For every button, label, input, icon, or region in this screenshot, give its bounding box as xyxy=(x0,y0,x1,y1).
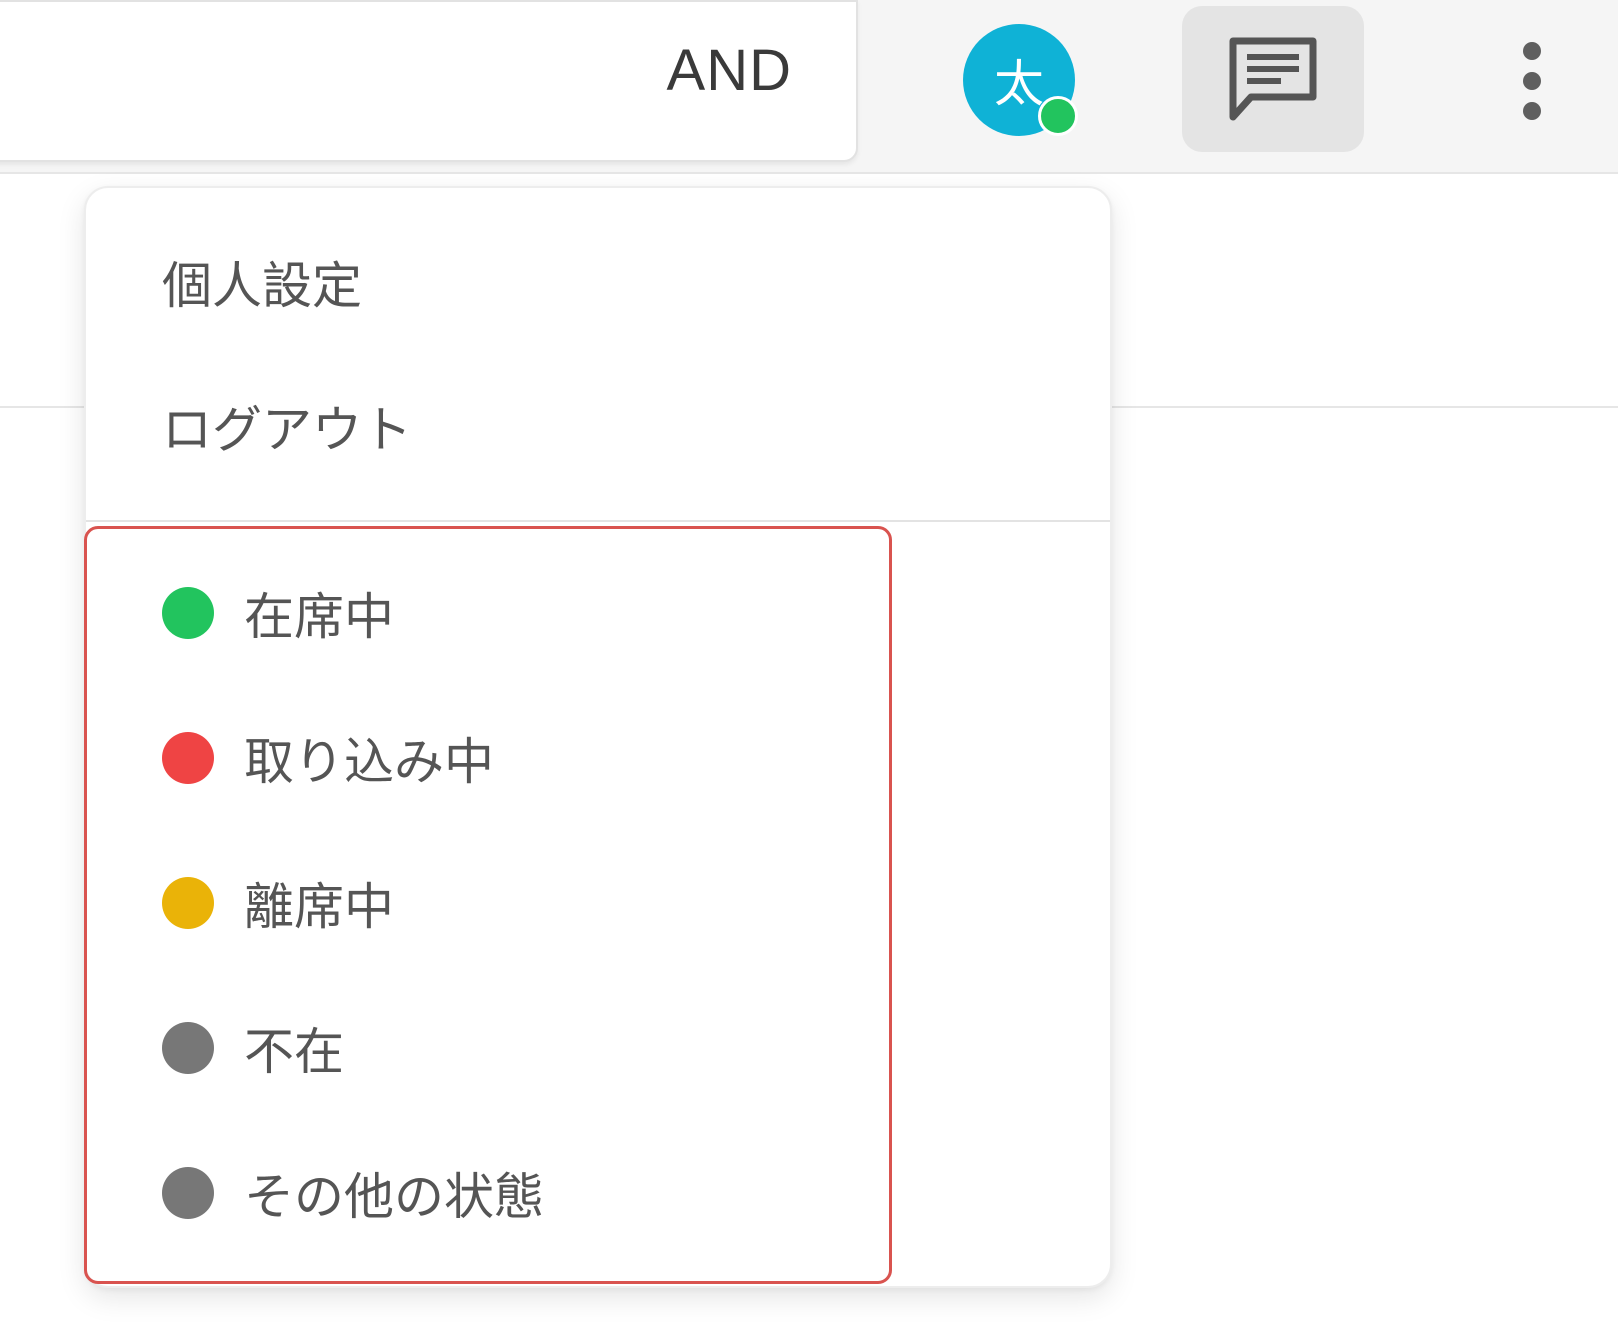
status-dot-icon xyxy=(162,877,214,929)
top-bar: AND 太 xyxy=(0,0,1618,174)
status-label: 不在 xyxy=(244,1023,344,1081)
status-dot-icon xyxy=(162,1022,214,1074)
user-menu-dropdown: 個人設定 ログアウト 在席中 取り込み中 離席中 不在 その他の状態 xyxy=(84,186,1112,1288)
menu-item-label: ログアウト xyxy=(162,401,412,459)
menu-item-logout[interactable]: ログアウト xyxy=(86,356,1110,496)
status-item-other[interactable]: その他の状態 xyxy=(86,1120,1110,1266)
status-item-busy[interactable]: 取り込み中 xyxy=(86,685,1110,831)
avatar-status-indicator xyxy=(1038,96,1078,136)
status-dot-icon xyxy=(162,732,214,784)
status-dot-icon xyxy=(162,1167,214,1219)
search-mode-label[interactable]: AND xyxy=(667,42,792,100)
status-label: その他の状態 xyxy=(244,1168,544,1226)
menu-item-label: 個人設定 xyxy=(162,257,362,315)
status-label: 在席中 xyxy=(244,588,394,646)
status-item-absent[interactable]: 不在 xyxy=(86,975,1110,1121)
more-options-button[interactable] xyxy=(1500,36,1564,126)
status-item-away[interactable]: 離席中 xyxy=(86,830,1110,976)
chat-button[interactable] xyxy=(1182,6,1364,152)
search-box[interactable]: AND xyxy=(0,0,858,162)
avatar-initial: 太 xyxy=(994,55,1044,113)
status-dot-icon xyxy=(162,587,214,639)
menu-divider xyxy=(86,520,1110,522)
menu-item-personal-settings[interactable]: 個人設定 xyxy=(86,212,1110,352)
status-label: 取り込み中 xyxy=(244,733,494,791)
more-vert-icon xyxy=(1523,42,1541,120)
chat-icon xyxy=(1229,37,1317,121)
status-item-available[interactable]: 在席中 xyxy=(86,540,1110,686)
status-label: 離席中 xyxy=(244,878,394,936)
